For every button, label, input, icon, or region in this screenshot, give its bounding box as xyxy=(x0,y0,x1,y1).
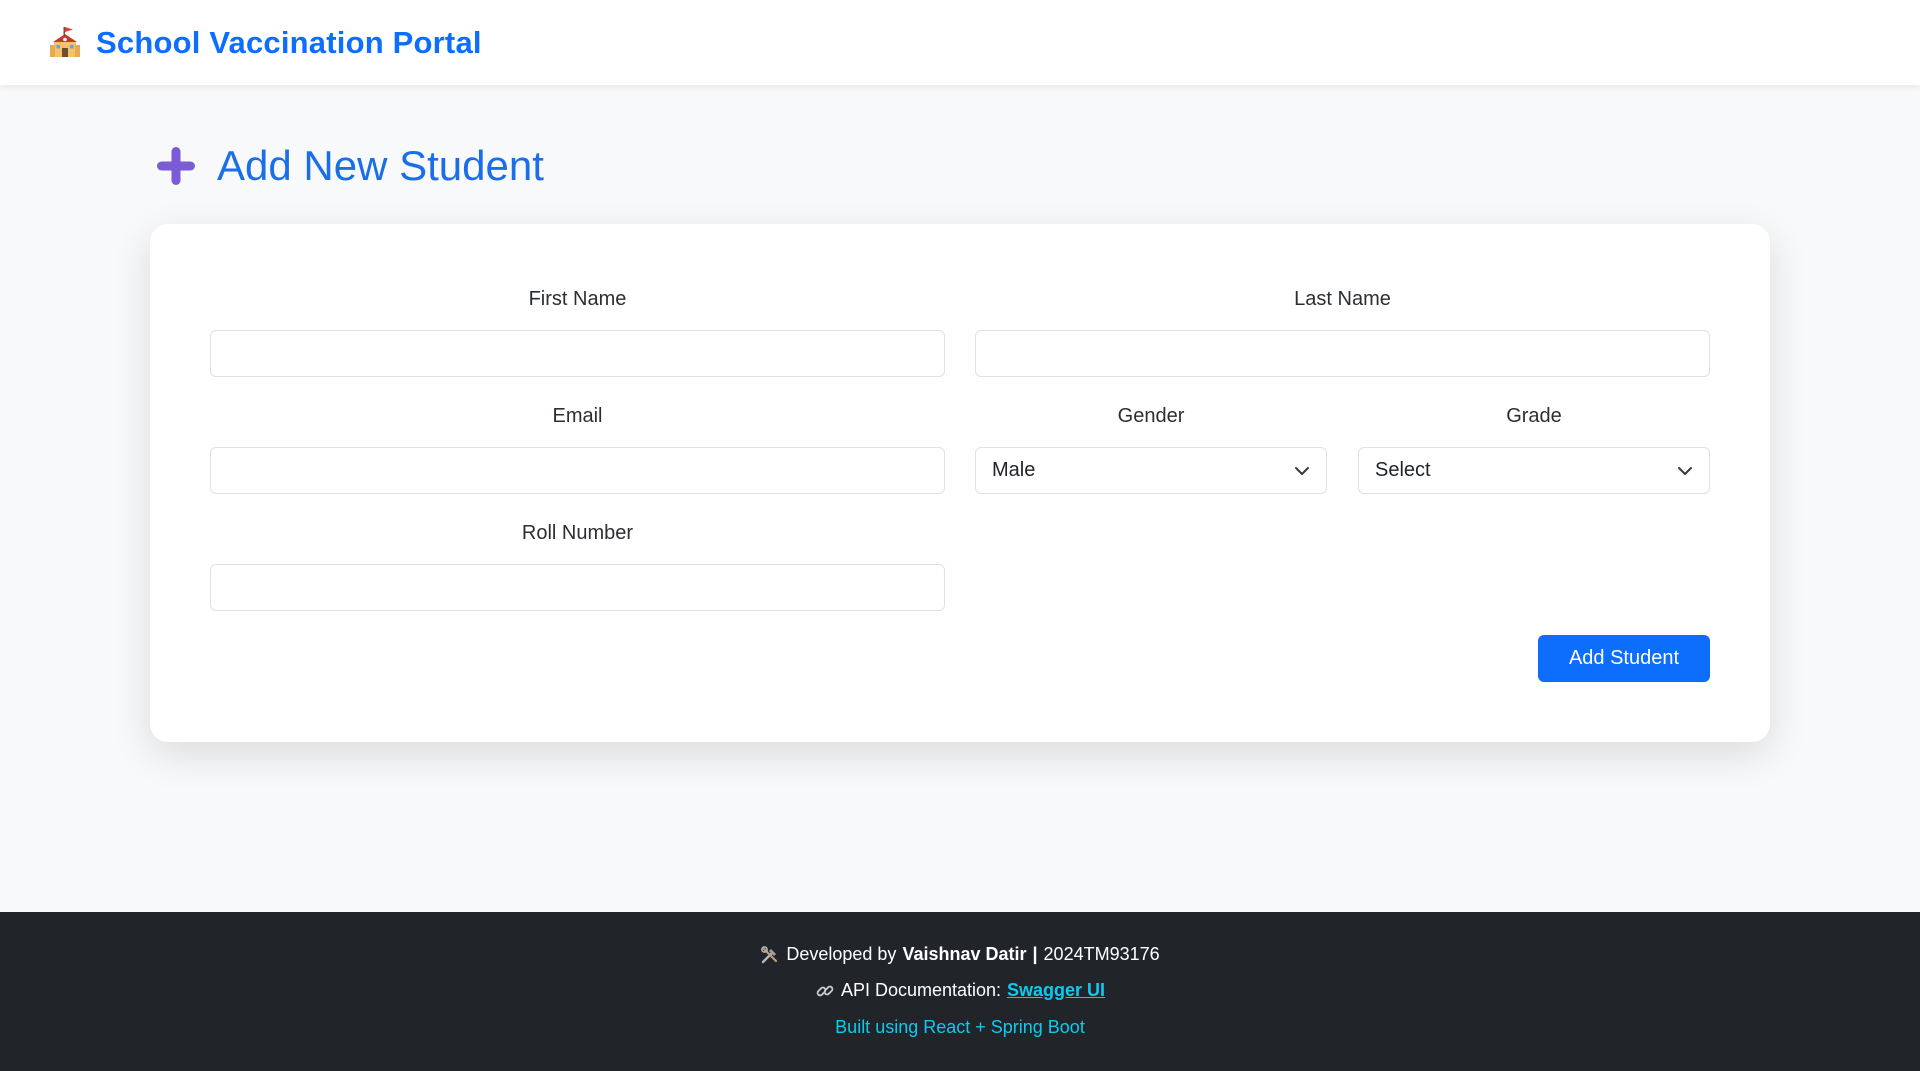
footer: Developed by Vaishnav Datir | 2024TM9317… xyxy=(0,912,1920,1071)
roll-number-group: Roll Number xyxy=(210,520,945,611)
grade-select[interactable]: Select xyxy=(1358,447,1710,494)
first-name-input[interactable] xyxy=(210,330,945,377)
add-student-form: First Name Last Name Email Gender Male G… xyxy=(150,224,1770,742)
school-icon xyxy=(48,26,82,60)
navbar: School Vaccination Portal xyxy=(0,0,1920,85)
last-name-label: Last Name xyxy=(1294,288,1391,310)
built-with-text: Built using React + Spring Boot xyxy=(835,1017,1085,1037)
last-name-group: Last Name xyxy=(975,286,1710,377)
gender-label: Gender xyxy=(1117,405,1185,427)
swagger-ui-link[interactable]: Swagger UI xyxy=(1007,980,1105,1001)
add-student-button[interactable]: Add Student xyxy=(1538,635,1710,682)
grade-selected-value: Select xyxy=(1375,459,1431,481)
grade-group: Grade Select xyxy=(1358,403,1710,494)
chevron-down-icon xyxy=(1678,466,1692,475)
email-group: Email xyxy=(210,403,945,494)
page-heading: Add New Student xyxy=(155,142,544,190)
plus-icon xyxy=(155,145,197,187)
gender-select[interactable]: Male xyxy=(975,447,1327,494)
link-icon xyxy=(815,981,835,1001)
footer-api-line: API Documentation: Swagger UI xyxy=(0,980,1920,1001)
email-label: Email xyxy=(552,405,603,427)
grade-label: Grade xyxy=(1506,405,1562,427)
email-input[interactable] xyxy=(210,447,945,494)
footer-built-with: Built using React + Spring Boot xyxy=(0,1017,1920,1038)
chevron-down-icon xyxy=(1295,466,1309,475)
api-doc-label: API Documentation: xyxy=(840,980,1002,1000)
developer-name: Vaishnav Datir xyxy=(902,944,1027,964)
last-name-input[interactable] xyxy=(975,330,1710,377)
gender-group: Gender Male xyxy=(975,403,1327,494)
tools-icon xyxy=(760,945,780,965)
first-name-label: First Name xyxy=(528,288,627,310)
brand-link[interactable]: School Vaccination Portal xyxy=(48,25,482,61)
first-name-group: First Name xyxy=(210,286,945,377)
brand-title: School Vaccination Portal xyxy=(96,24,482,60)
roll-number-label: Roll Number xyxy=(521,522,634,544)
roll-number-input[interactable] xyxy=(210,564,945,611)
gender-selected-value: Male xyxy=(992,459,1036,481)
page-title: Add New Student xyxy=(217,142,544,189)
developed-by-text: Developed by xyxy=(786,944,897,964)
footer-developer-line: Developed by Vaishnav Datir | 2024TM9317… xyxy=(0,944,1920,965)
footer-separator: | xyxy=(1032,944,1038,964)
developer-id: 2024TM93176 xyxy=(1043,944,1160,964)
